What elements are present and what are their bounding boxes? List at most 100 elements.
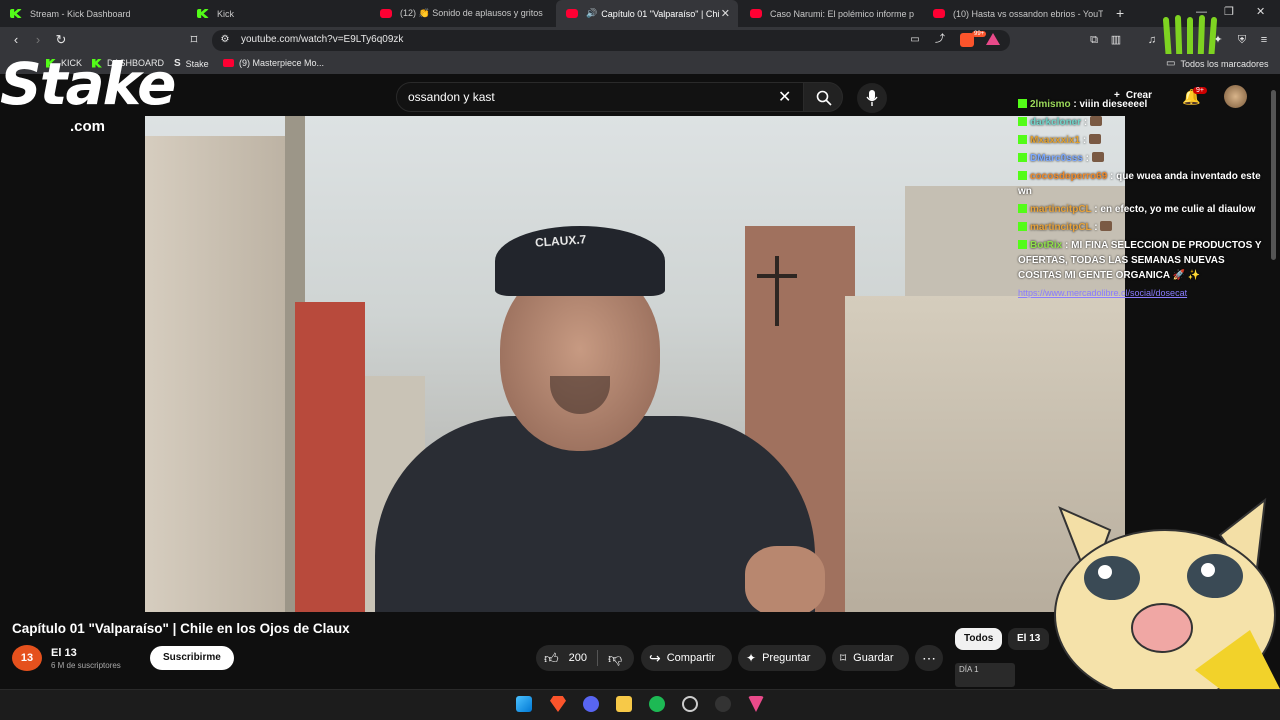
clear-search-icon[interactable]: ✕ — [778, 87, 791, 107]
spotify-icon[interactable] — [649, 696, 665, 712]
page-scrollbar[interactable] — [1271, 90, 1276, 260]
chip-todos[interactable]: Todos — [955, 628, 1003, 650]
chat-user: BotRix — [1030, 240, 1063, 251]
channel-avatar[interactable]: 13 — [12, 645, 42, 671]
more-actions-icon[interactable]: ⋯ — [915, 645, 943, 671]
video-title: Capítulo 01 "Valparaíso" | Chile en los … — [12, 621, 350, 636]
tab-title: Kick — [217, 8, 235, 19]
kick-badge-icon — [1018, 135, 1027, 144]
emote-icon — [1100, 221, 1113, 231]
tab-valparaiso[interactable]: 🔊 Capítulo 01 "Valparaíso" | Chi ✕ — [556, 0, 738, 27]
menu-icon[interactable]: ≡ — [1256, 32, 1272, 48]
like-count[interactable]: 200 — [569, 652, 587, 664]
kick-badge-icon — [1018, 153, 1027, 162]
browser-tab-strip: Stream - Kick Dashboard Kick (12) 👏 Soni… — [0, 0, 1280, 27]
new-tab-button[interactable]: + — [1116, 5, 1124, 21]
all-bookmarks[interactable]: ▭ Todos los marcadores — [1166, 58, 1269, 69]
bookmark-masterpiece[interactable]: (9) Masterpiece Mo... — [223, 58, 324, 68]
share-icon[interactable]: ⤴ — [932, 32, 948, 48]
voice-search-button[interactable] — [857, 83, 887, 113]
speaker-icon: 🔊 — [586, 8, 598, 18]
recommended-thumbnail[interactable]: DÍA 1 — [955, 663, 1015, 687]
subscriber-count: 6 M de suscriptores — [51, 661, 121, 670]
file-explorer-icon[interactable] — [616, 696, 632, 712]
obs-icon[interactable] — [682, 696, 698, 712]
divider — [597, 650, 598, 666]
youtube-icon — [223, 59, 234, 67]
stake-icon: S — [174, 58, 181, 69]
extensions-icon[interactable]: ⧉ — [1086, 32, 1102, 48]
brave-rewards-icon[interactable] — [986, 33, 1000, 45]
share-arrow-icon: ↪ — [649, 649, 661, 666]
tab-title: Capítulo 01 "Valparaíso" | Chi — [601, 8, 720, 19]
stake-logo-sub: .com — [70, 118, 106, 135]
video-scene-cross-bar — [757, 274, 797, 278]
chat-link[interactable]: https://www.mercadolibre.cl/social/dosec… — [1018, 286, 1268, 301]
video-scene-wall-left — [145, 136, 285, 612]
windows-start-icon[interactable] — [516, 696, 532, 712]
like-icon[interactable]: 👍︎ — [544, 650, 559, 667]
back-icon[interactable]: ‹ — [8, 32, 24, 48]
bookmark-label: (9) Masterpiece Mo... — [239, 58, 325, 68]
tab-kick[interactable]: Kick — [187, 0, 373, 27]
kick-icon — [10, 9, 22, 18]
microphone-icon — [866, 90, 878, 106]
chat-text: viiin dieseeeel — [1079, 99, 1148, 110]
chat-user: DMarc0sss — [1030, 153, 1083, 164]
close-tab-icon[interactable]: ✕ — [721, 7, 730, 20]
search-value: ossandon y kast — [408, 90, 495, 104]
tab-title: Caso Narumi: El polémico informe p — [770, 8, 915, 19]
chat-user: Mxaxxxix1 — [1030, 135, 1081, 146]
share-label: Compartir — [666, 652, 716, 664]
save-label: Guardar — [853, 652, 894, 664]
kick-badge-icon — [1018, 204, 1027, 213]
tab-aplausos[interactable]: (12) 👏 Sonido de aplausos y gritos — [370, 0, 553, 27]
cat-vtuber-avatar-icon — [1054, 497, 1280, 689]
close-window-button[interactable]: ✕ — [1256, 5, 1265, 18]
bookmark-icon[interactable]: ⌑ — [186, 32, 202, 48]
chat-message: martincitpCL : en efecto, yo me culie al… — [1018, 202, 1268, 217]
stream-chat-overlay: 2lmismo : viiin dieseeeel darkcloner : M… — [1018, 84, 1268, 301]
tab-caso-narumi[interactable]: Caso Narumi: El polémico informe p — [740, 0, 920, 27]
chat-message: Mxaxxxix1 : — [1018, 133, 1268, 148]
music-icon[interactable]: ♫ — [1144, 32, 1160, 48]
video-player[interactable]: CLAUX.7 — [145, 116, 1125, 612]
forward-icon[interactable]: › — [30, 32, 46, 48]
channel-name[interactable]: El 13 — [51, 647, 77, 659]
youtube-icon — [566, 9, 578, 18]
reload-icon[interactable]: ↻ — [53, 32, 69, 48]
search-icon — [816, 90, 832, 106]
search-button[interactable] — [803, 82, 843, 112]
video-person-hand — [745, 546, 825, 612]
windows-taskbar — [0, 689, 1280, 720]
chat-message: 2lmismo : viiin dieseeeel — [1018, 97, 1268, 112]
tab-kick-dashboard[interactable]: Stream - Kick Dashboard — [0, 0, 190, 27]
app-icon[interactable] — [715, 696, 731, 712]
youtube-icon — [380, 9, 392, 18]
kick-badge-icon — [1018, 99, 1027, 108]
bookmark-stake[interactable]: S Stake — [174, 58, 209, 69]
emote-icon — [1091, 152, 1104, 162]
chat-message: DMarc0sss : — [1018, 151, 1268, 166]
site-settings-icon[interactable]: ⚙ — [217, 32, 233, 48]
kick-badge-icon — [1018, 117, 1027, 126]
chat-text: en efecto, yo me culie al diaulow — [1100, 204, 1256, 215]
sidebar-icon[interactable]: ▥ — [1108, 32, 1124, 48]
chat-message: cocosdeperro69 : que wuea anda inventado… — [1018, 171, 1261, 197]
chat-message: darkcloner : — [1018, 115, 1268, 130]
dislike-icon[interactable]: 👎︎ — [608, 650, 622, 667]
save-bookmark-icon: ⌑ — [840, 651, 847, 665]
vpn-icon[interactable]: ⛨ — [1234, 32, 1250, 48]
ask-button[interactable]: ✦ Preguntar — [738, 645, 826, 671]
tab-title: (12) 👏 Sonido de aplausos y gritos — [400, 8, 543, 18]
brave-badge: 99+ — [972, 31, 987, 37]
share-button[interactable]: ↪ Compartir — [641, 645, 732, 671]
discord-icon[interactable] — [583, 696, 599, 712]
subscribe-button[interactable]: Suscribirme — [150, 646, 234, 670]
tab-hasta-vs-ossandon[interactable]: (10) Hasta vs ossandon ebrios - YouT — [923, 0, 1103, 27]
chip-el-13[interactable]: El 13 — [1008, 628, 1050, 650]
cast-icon[interactable]: ▭ — [907, 32, 923, 48]
restore-button[interactable]: ❐ — [1224, 5, 1234, 18]
bookmarks-bar: KICK DASHBOARD S Stake (9) Masterpiece M… — [0, 54, 1280, 74]
save-button[interactable]: ⌑ Guardar — [832, 645, 909, 671]
